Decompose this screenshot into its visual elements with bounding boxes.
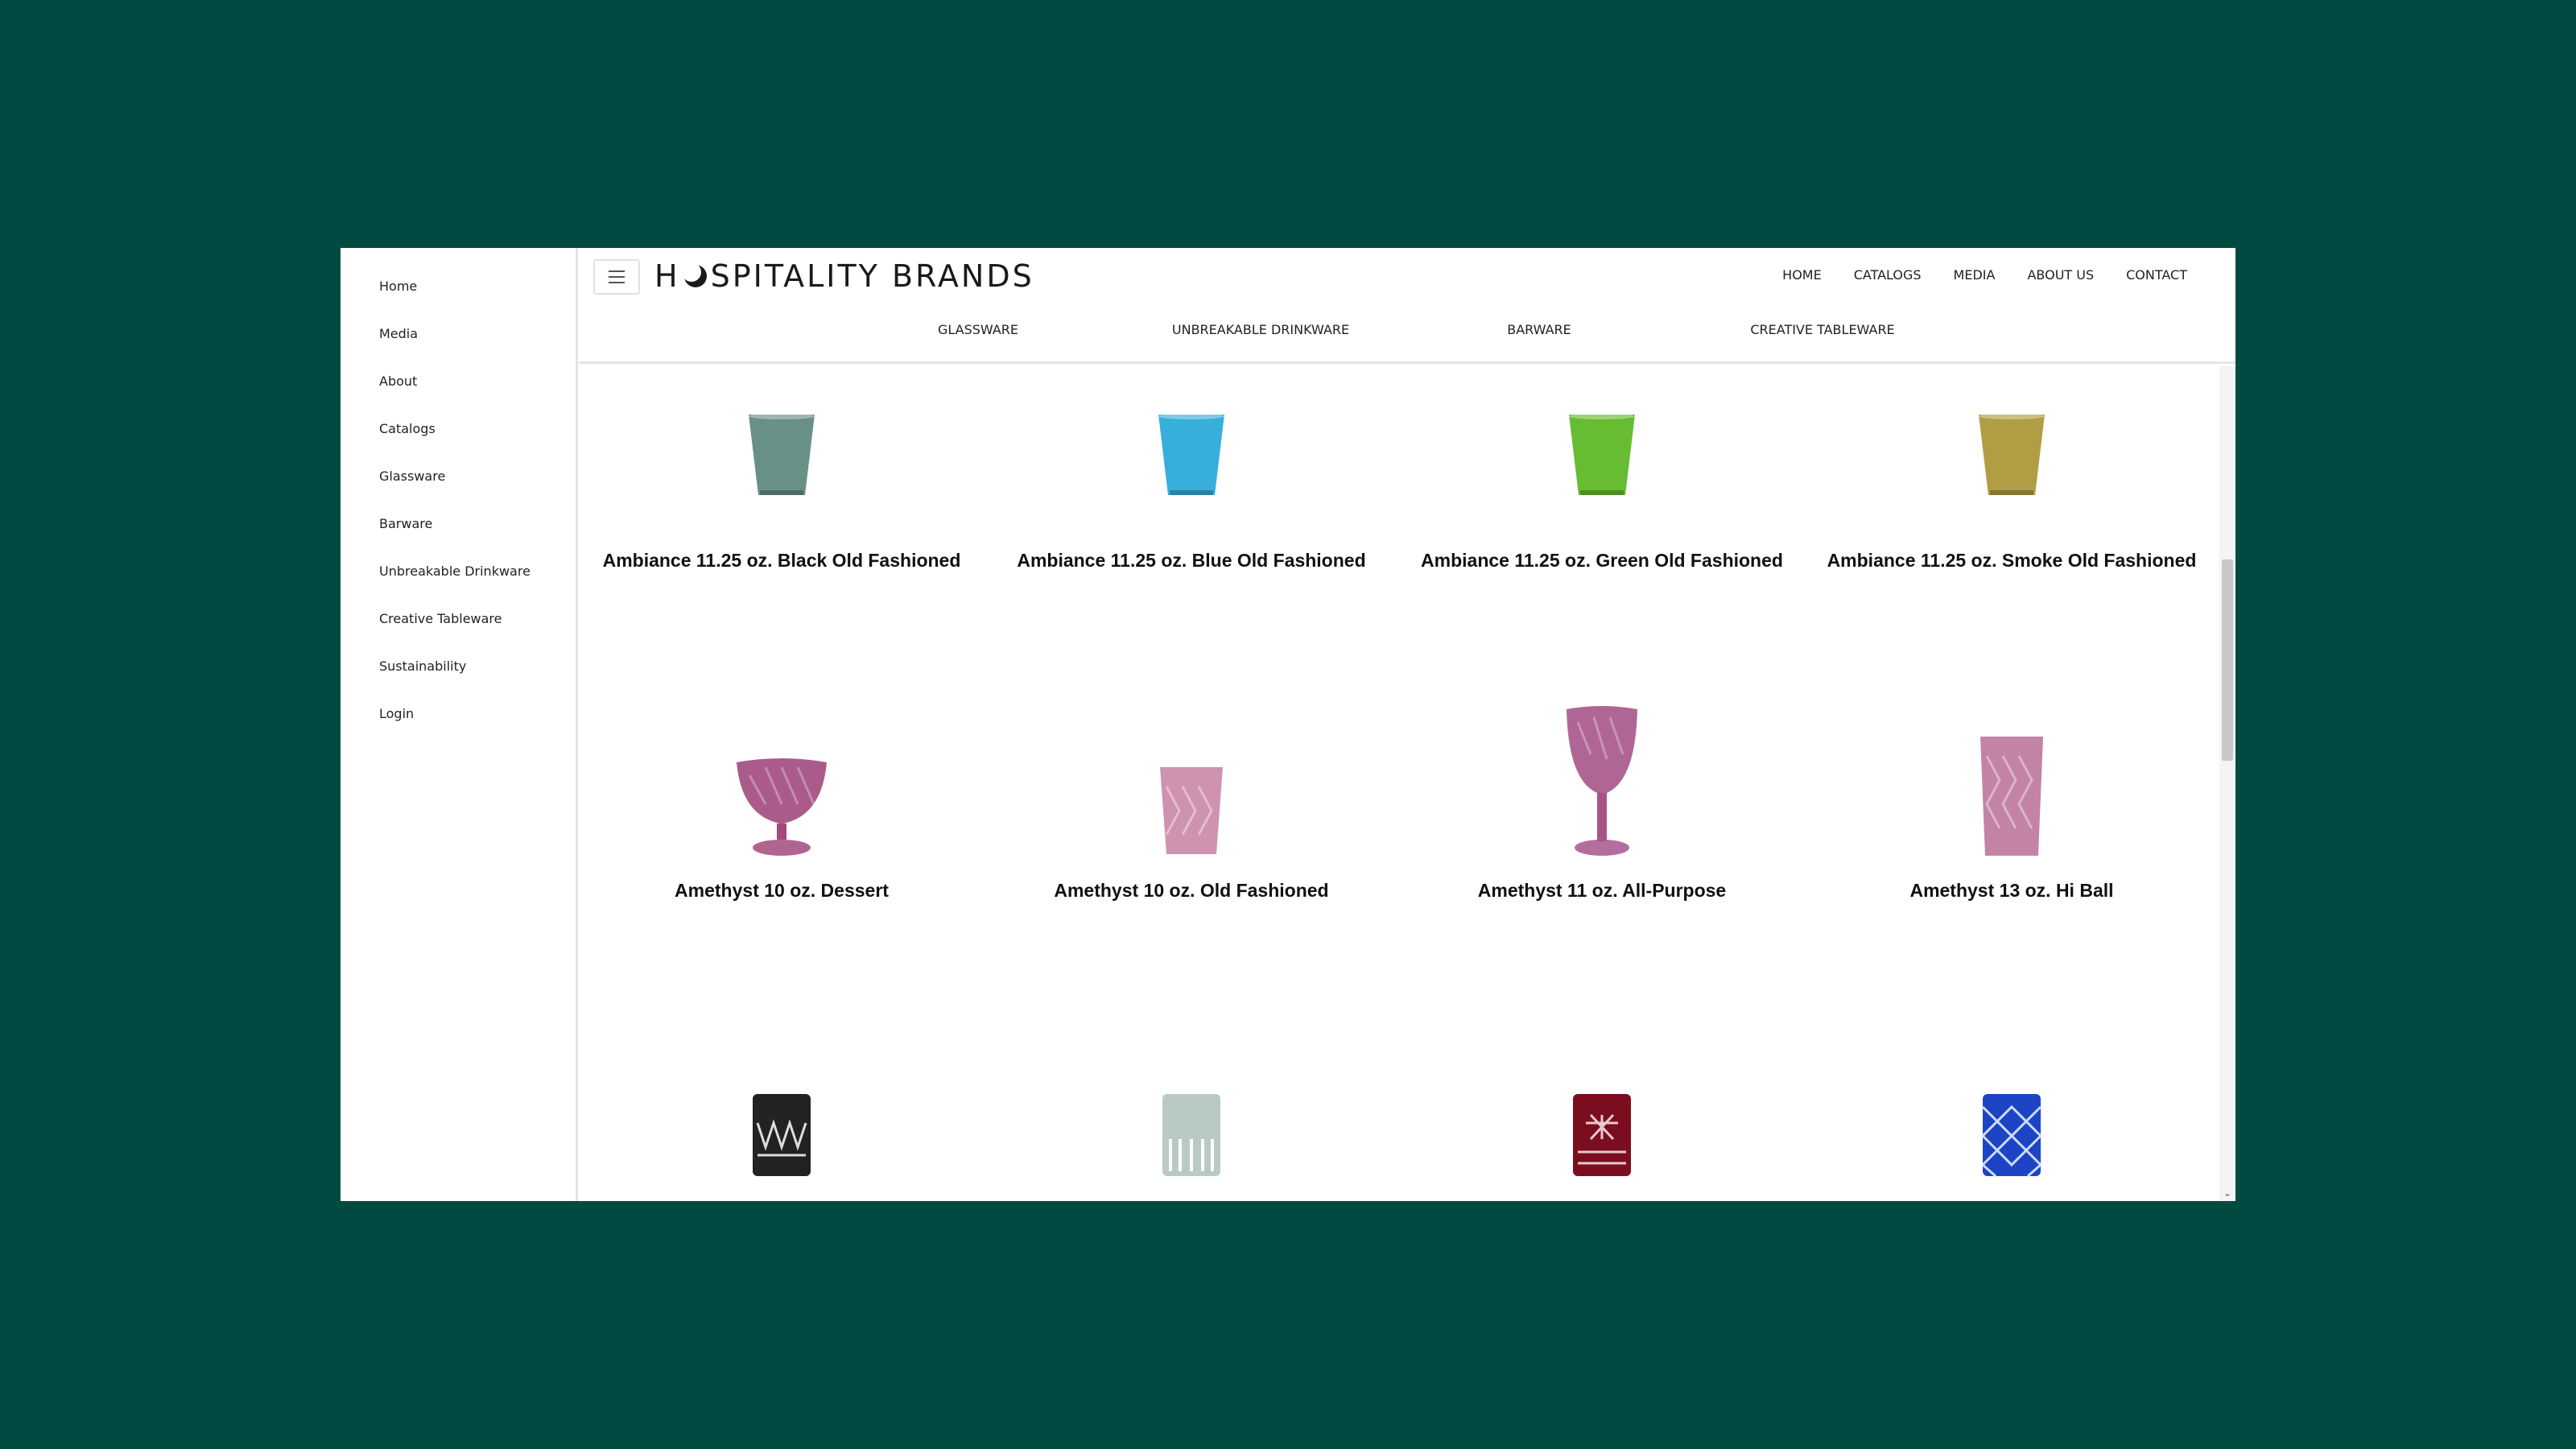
- category-unbreakable-drinkware[interactable]: UNBREAKABLE DRINKWARE: [1172, 322, 1349, 337]
- hamburger-icon: [609, 270, 625, 272]
- product-name: Amethyst 10 oz. Old Fashioned: [1054, 880, 1329, 901]
- sidebar-item-about[interactable]: About: [379, 374, 530, 421]
- chevron-down-icon[interactable]: ⌄: [2219, 1185, 2235, 1201]
- crystal-rocks-glass-image: [1573, 1094, 1631, 1176]
- browser-window: Home Media About Catalogs Glassware Barw…: [341, 248, 2235, 1201]
- stemmed-goblet-image: [1567, 706, 1637, 856]
- tumbler-glass-image: [1979, 413, 2045, 495]
- site-header: H SPITALITY BRANDS HOME CATALOGS MEDIA A…: [579, 248, 2235, 364]
- sidebar-item-barware[interactable]: Barware: [379, 516, 530, 564]
- nav-about-us[interactable]: ABOUT US: [2027, 267, 2094, 283]
- sidebar-item-creative-tableware[interactable]: Creative Tableware: [379, 611, 530, 658]
- sidebar-item-home[interactable]: Home: [379, 279, 530, 326]
- sidebar-list: Home Media About Catalogs Glassware Barw…: [379, 279, 530, 753]
- category-nav: GLASSWARE UNBREAKABLE DRINKWARE BARWARE …: [579, 322, 2235, 346]
- sidebar-item-login[interactable]: Login: [379, 706, 530, 753]
- product-card[interactable]: Ambiance 11.25 oz. Green Old Fashioned: [1413, 366, 1791, 576]
- tumbler-glass-image: [1158, 413, 1224, 495]
- product-name: Amethyst 13 oz. Hi Ball: [1909, 880, 2114, 901]
- product-card[interactable]: Ambiance 11.25 oz. Smoke Old Fashioned: [1823, 366, 2201, 576]
- product-card[interactable]: Amethyst 10 oz. Old Fashioned: [1002, 703, 1381, 912]
- product-card[interactable]: Ambiance 11.25 oz. Blue Old Fashioned: [1002, 366, 1381, 576]
- product-card[interactable]: [1002, 1091, 1381, 1201]
- sidebar-item-media[interactable]: Media: [379, 326, 530, 374]
- top-nav: HOME CATALOGS MEDIA ABOUT US CONTACT: [1782, 267, 2187, 283]
- category-glassware[interactable]: GLASSWARE: [938, 322, 1018, 337]
- old-fashioned-glass-image: [1160, 767, 1223, 854]
- product-name: Ambiance 11.25 oz. Green Old Fashioned: [1421, 550, 1783, 571]
- product-card[interactable]: Amethyst 11 oz. All-Purpose: [1413, 703, 1791, 912]
- product-name: Ambiance 11.25 oz. Blue Old Fashioned: [1017, 550, 1366, 571]
- hamburger-menu-button[interactable]: [593, 259, 640, 295]
- crystal-rocks-glass-image: [1162, 1094, 1220, 1176]
- hi-ball-glass-image: [1980, 737, 2043, 856]
- product-grid: Ambiance 11.25 oz. Black Old Fashioned A…: [579, 366, 2219, 1201]
- product-card[interactable]: [592, 1091, 971, 1201]
- product-name: Ambiance 11.25 oz. Smoke Old Fashioned: [1827, 550, 2197, 571]
- logo-prefix: H: [654, 258, 680, 294]
- crystal-rocks-glass-image: [753, 1094, 811, 1176]
- product-name: Amethyst 10 oz. Dessert: [675, 880, 889, 901]
- product-name: Ambiance 11.25 oz. Black Old Fashioned: [602, 550, 961, 571]
- product-card[interactable]: [1823, 1091, 2201, 1201]
- sidebar-item-unbreakable-drinkware[interactable]: Unbreakable Drinkware: [379, 564, 530, 611]
- product-name: Amethyst 11 oz. All-Purpose: [1477, 880, 1727, 901]
- vertical-scrollbar[interactable]: ⌄: [2219, 366, 2235, 1201]
- sidebar-nav: Home Media About Catalogs Glassware Barw…: [341, 248, 578, 1201]
- nav-media[interactable]: MEDIA: [1954, 267, 1996, 283]
- category-barware[interactable]: BARWARE: [1507, 322, 1571, 337]
- main-area: H SPITALITY BRANDS HOME CATALOGS MEDIA A…: [579, 248, 2235, 1201]
- sidebar-item-sustainability[interactable]: Sustainability: [379, 658, 530, 706]
- nav-contact[interactable]: CONTACT: [2126, 267, 2187, 283]
- tumbler-glass-image: [749, 413, 815, 495]
- nav-home[interactable]: HOME: [1782, 267, 1822, 283]
- dessert-bowl-image: [737, 758, 827, 856]
- hamburger-icon-bar: [609, 276, 625, 278]
- sidebar-item-catalogs[interactable]: Catalogs: [379, 421, 530, 469]
- crescent-moon-icon: [682, 263, 707, 287]
- nav-catalogs[interactable]: CATALOGS: [1854, 267, 1922, 283]
- product-card[interactable]: Ambiance 11.25 oz. Black Old Fashioned: [592, 366, 971, 576]
- product-card[interactable]: Amethyst 10 oz. Dessert: [592, 703, 971, 912]
- product-card[interactable]: [1413, 1091, 1791, 1201]
- category-creative-tableware[interactable]: CREATIVE TABLEWARE: [1750, 322, 1894, 337]
- product-card[interactable]: Amethyst 13 oz. Hi Ball: [1823, 703, 2201, 912]
- sidebar-item-glassware[interactable]: Glassware: [379, 469, 530, 516]
- logo-suffix: SPITALITY BRANDS: [710, 258, 1034, 294]
- hamburger-icon-bar: [609, 282, 625, 283]
- tumbler-glass-image: [1569, 413, 1635, 495]
- site-logo[interactable]: H SPITALITY BRANDS: [654, 258, 1034, 295]
- scrollbar-thumb[interactable]: [2222, 559, 2233, 761]
- crystal-rocks-glass-image: [1981, 1094, 2042, 1178]
